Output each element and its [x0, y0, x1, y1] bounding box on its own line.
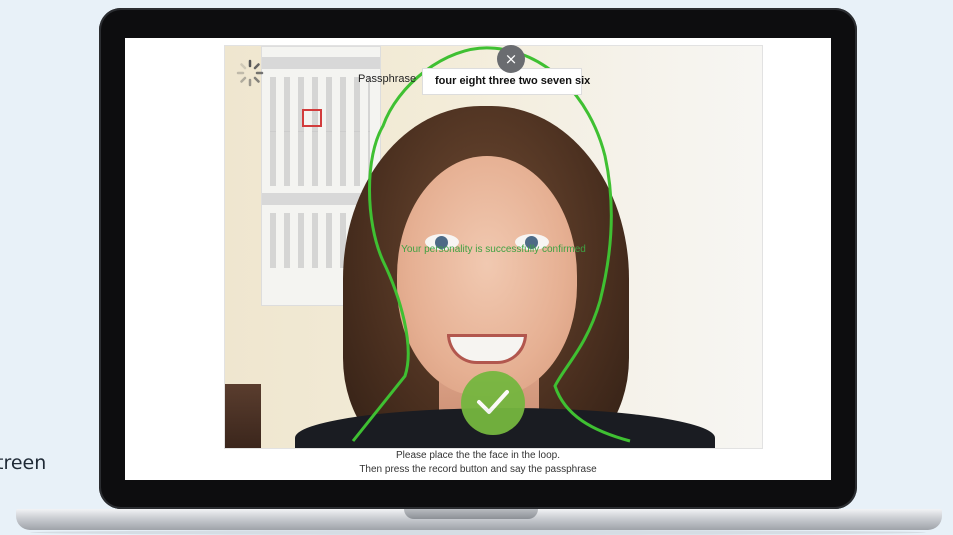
confirmation-message: Your personality is successfully confirm…	[401, 244, 586, 255]
checkmark-icon	[477, 390, 509, 414]
instructions: Please place the the face in the loop. T…	[125, 449, 831, 477]
camera-preview: Passphrase four eight three two seven si…	[224, 45, 763, 449]
side-label: treen	[0, 452, 47, 474]
laptop-screen: Passphrase four eight three two seven si…	[125, 38, 831, 480]
laptop-shadow	[30, 530, 926, 535]
passphrase-field: four eight three two seven six	[422, 68, 590, 95]
instruction-line-1: Please place the the face in the loop.	[395, 450, 560, 461]
close-button[interactable]: ×	[497, 45, 525, 73]
loading-spinner-icon	[236, 59, 264, 87]
laptop-base-notch	[404, 509, 538, 519]
passphrase-label: Passphrase	[358, 73, 417, 85]
record-button[interactable]	[461, 371, 525, 435]
instruction-line-2: Then press the record button and say the…	[359, 464, 597, 475]
